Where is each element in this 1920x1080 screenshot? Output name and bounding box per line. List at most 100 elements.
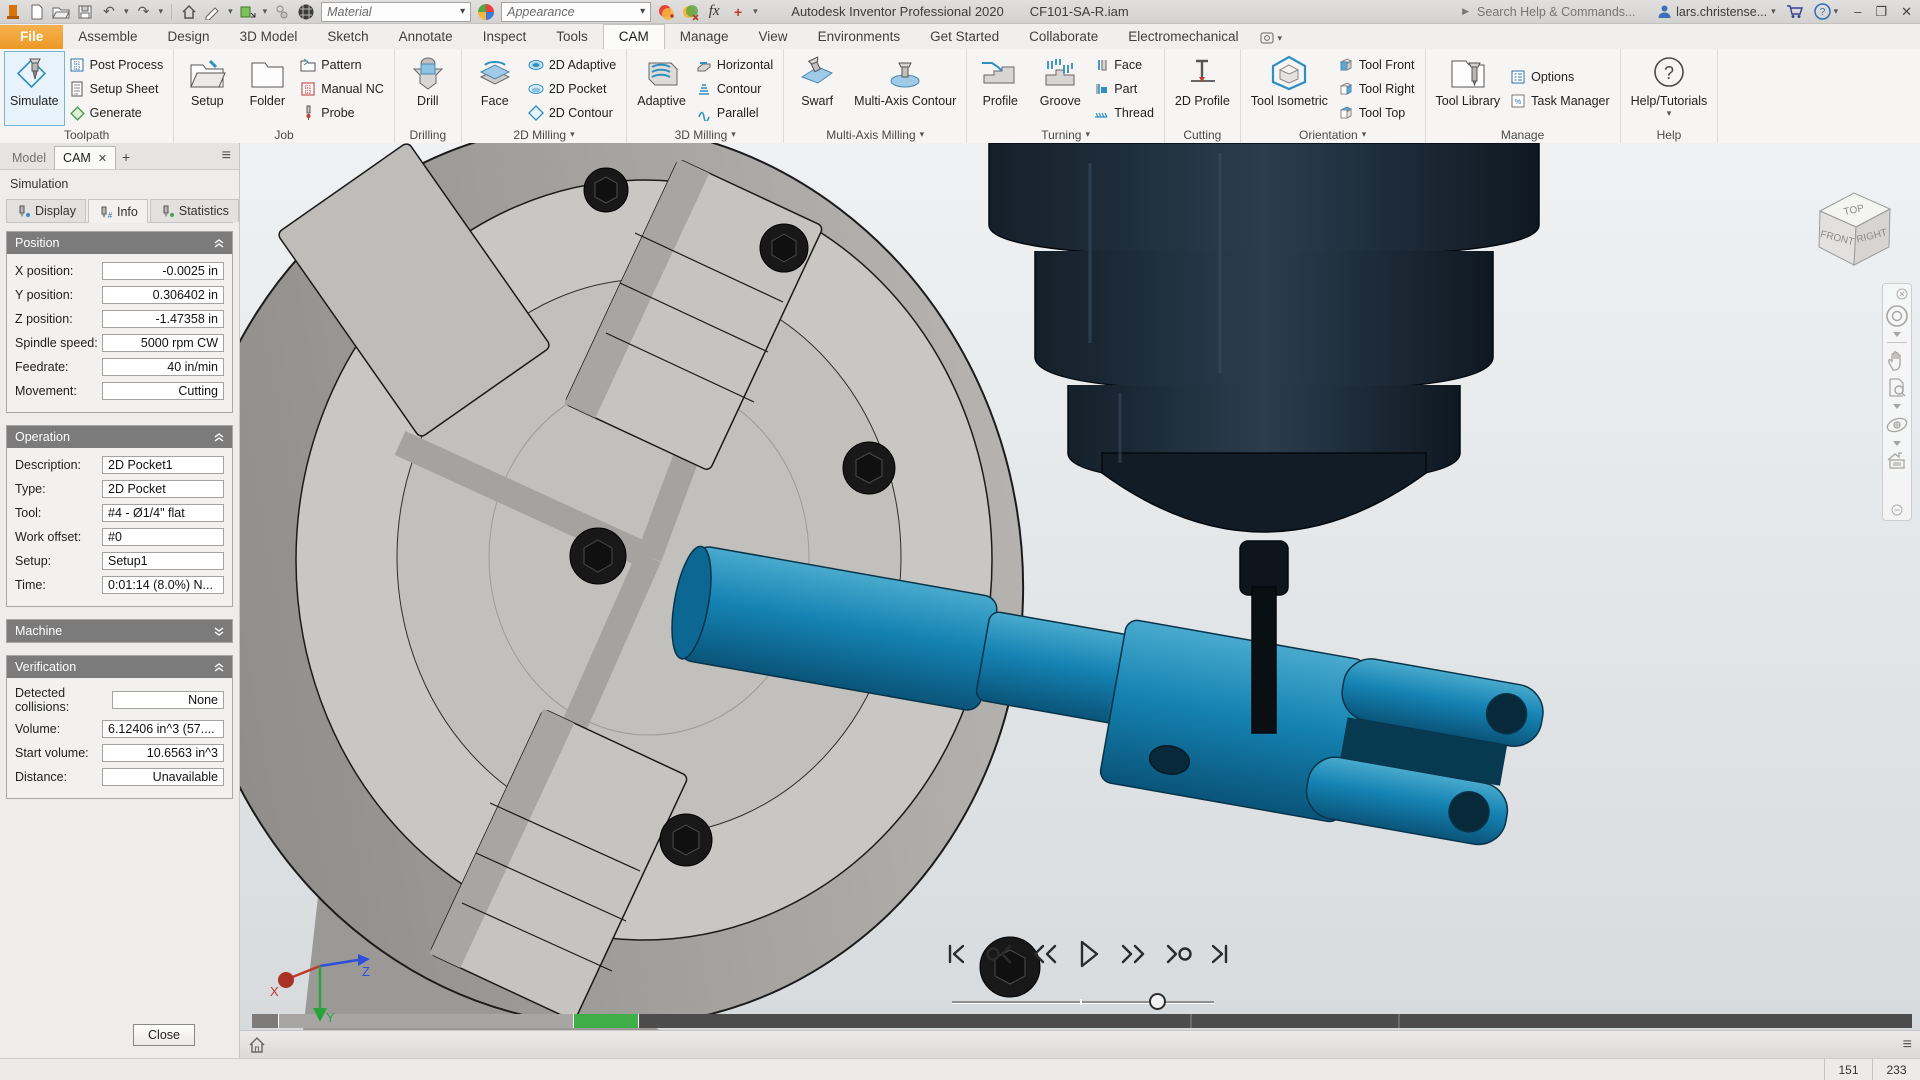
tool-top-button[interactable]: Tool Top [1336,101,1421,125]
adaptive-button[interactable]: Adaptive [631,51,692,126]
turn-profile-button[interactable]: Profile [971,51,1029,126]
swarf-button[interactable]: Swarf [788,51,846,126]
tab-annotate[interactable]: Annotate [384,25,468,49]
tab-manage[interactable]: Manage [665,25,744,49]
tool-front-button[interactable]: Tool Front [1336,53,1421,77]
orbit-icon[interactable] [1885,413,1909,437]
tool-value[interactable]: #4 - Ø1/4" flat [102,504,224,522]
cart-icon[interactable] [1786,4,1804,19]
pattern-button[interactable]: Pattern [298,53,390,77]
setup-button[interactable]: Setup [178,51,236,126]
manual-nc-button[interactable]: G1G2 Manual NC [298,77,390,101]
add-browser-tab-button[interactable]: + [116,145,136,169]
detected-collisions-value[interactable]: None [112,691,224,709]
restore-button[interactable]: ❐ [1875,4,1887,20]
redo-dropdown-icon[interactable]: ▾ [159,6,164,17]
redo-button[interactable]: ↷ [135,3,153,21]
collapse-chevron-icon[interactable] [214,433,224,442]
slider-track[interactable] [952,1001,1214,1003]
pan-hand-icon[interactable] [1885,348,1909,372]
group-2d-milling-caret-icon[interactable]: ▾ [570,129,575,140]
sketch-button[interactable] [204,3,222,21]
setup-sheet-button[interactable]: Setup Sheet [67,77,170,101]
movement-value[interactable]: Cutting [102,382,224,400]
2d-pocket-button[interactable]: 2D Pocket [526,77,622,101]
parallel-button[interactable]: Parallel [694,101,779,125]
navbar-caret-icon[interactable] [1893,441,1901,446]
look-at-icon[interactable] [1885,450,1909,472]
2d-contour-button[interactable]: 2D Contour [526,101,622,125]
simulation-position-slider[interactable] [952,993,1214,1011]
appearance-combo[interactable]: Appearance ▾ [501,2,651,22]
setup-value[interactable]: Setup1 [102,552,224,570]
browser-tab-model[interactable]: Model [4,147,54,169]
next-operation-button[interactable] [1160,938,1192,970]
section-operation-header[interactable]: Operation [7,426,232,448]
tab-environments[interactable]: Environments [803,25,916,49]
new-file-button[interactable] [28,3,46,21]
view-cube[interactable]: TOP FRONT RIGHT [1808,185,1898,269]
spindle-speed-value[interactable]: 5000 rpm CW [102,334,224,352]
collapse-navbar-icon[interactable] [1891,504,1903,516]
joint-button[interactable] [273,3,291,21]
material-combo[interactable]: Material ▾ [321,2,471,22]
multi-axis-contour-button[interactable]: Multi-Axis Contour [848,51,962,126]
slider-thumb[interactable] [1149,993,1166,1010]
distance-value[interactable]: Unavailable [102,768,224,786]
tab-display[interactable]: Display [6,199,86,222]
x-position-value[interactable]: -0.0025 in [102,262,224,280]
ribbon-display-options[interactable]: ▾ [1260,32,1283,49]
qat-customize-icon[interactable]: ▾ [753,6,758,17]
viewport-3d[interactable]: TOP FRONT RIGHT [240,143,1920,1058]
tab-cam[interactable]: CAM [603,24,665,49]
go-to-start-button[interactable] [940,938,972,970]
home-icon[interactable] [248,1036,266,1054]
turn-face-button[interactable]: Face [1091,53,1160,77]
close-simulation-button[interactable]: Close [133,1024,195,1046]
type-value[interactable]: 2D Pocket [102,480,224,498]
component-dropdown-icon[interactable]: ▾ [263,6,268,17]
close-cam-tab-icon[interactable]: ✕ [98,152,107,165]
tab-assemble[interactable]: Assemble [63,25,152,49]
contour-button[interactable]: Contour [694,77,779,101]
operation-timeline[interactable] [252,1014,1912,1028]
tab-3d-model[interactable]: 3D Model [225,25,313,49]
go-to-end-button[interactable] [1204,938,1236,970]
horizontal-button[interactable]: Horizontal [694,53,779,77]
task-manager-button[interactable]: % Task Manager [1508,89,1616,113]
section-position-header[interactable]: Position [7,232,232,254]
z-position-value[interactable]: -1.47358 in [102,310,224,328]
simulate-button[interactable]: Simulate [4,51,65,126]
tool-isometric-button[interactable]: Tool Isometric [1245,51,1334,126]
browser-menu-icon[interactable]: ≡ [222,147,231,165]
material-sphere-icon[interactable] [297,3,315,21]
tab-design[interactable]: Design [153,25,225,49]
measure-plus-icon[interactable]: + [729,3,747,21]
expand-chevron-icon[interactable] [214,627,224,636]
close-window-button[interactable]: ✕ [1901,4,1912,20]
help-tutorials-button[interactable]: ? Help/Tutorials ▾ [1625,51,1714,126]
2d-adaptive-button[interactable]: 2D Adaptive [526,53,622,77]
section-machine-header[interactable]: Machine [7,620,232,642]
face-mill-button[interactable]: Face [466,51,524,126]
minimize-button[interactable]: – [1854,4,1861,20]
tab-collaborate[interactable]: Collaborate [1014,25,1113,49]
timeline-current-segment[interactable] [573,1014,639,1028]
feedrate-value[interactable]: 40 in/min [102,358,224,376]
adjust-appearance-icon[interactable] [657,3,675,21]
zoom-icon[interactable] [1885,376,1909,400]
folder-button[interactable]: Folder [238,51,296,126]
group-3d-milling-caret-icon[interactable]: ▾ [731,129,736,140]
y-position-value[interactable]: 0.306402 in [102,286,224,304]
2d-profile-cut-button[interactable]: 2D Profile [1169,51,1236,126]
timeline-menu-icon[interactable]: ≡ [1903,1036,1912,1054]
tab-sketch[interactable]: Sketch [312,25,383,49]
play-button[interactable] [1072,938,1104,970]
section-verification-header[interactable]: Verification [7,656,232,678]
undo-button[interactable]: ↶ [100,3,118,21]
description-value[interactable]: 2D Pocket1 [102,456,224,474]
close-navbar-icon[interactable] [1896,288,1908,300]
volume-value[interactable]: 6.12406 in^3 (57.... [102,720,224,738]
turn-part-button[interactable]: Part [1091,77,1160,101]
tab-tools[interactable]: Tools [541,25,603,49]
